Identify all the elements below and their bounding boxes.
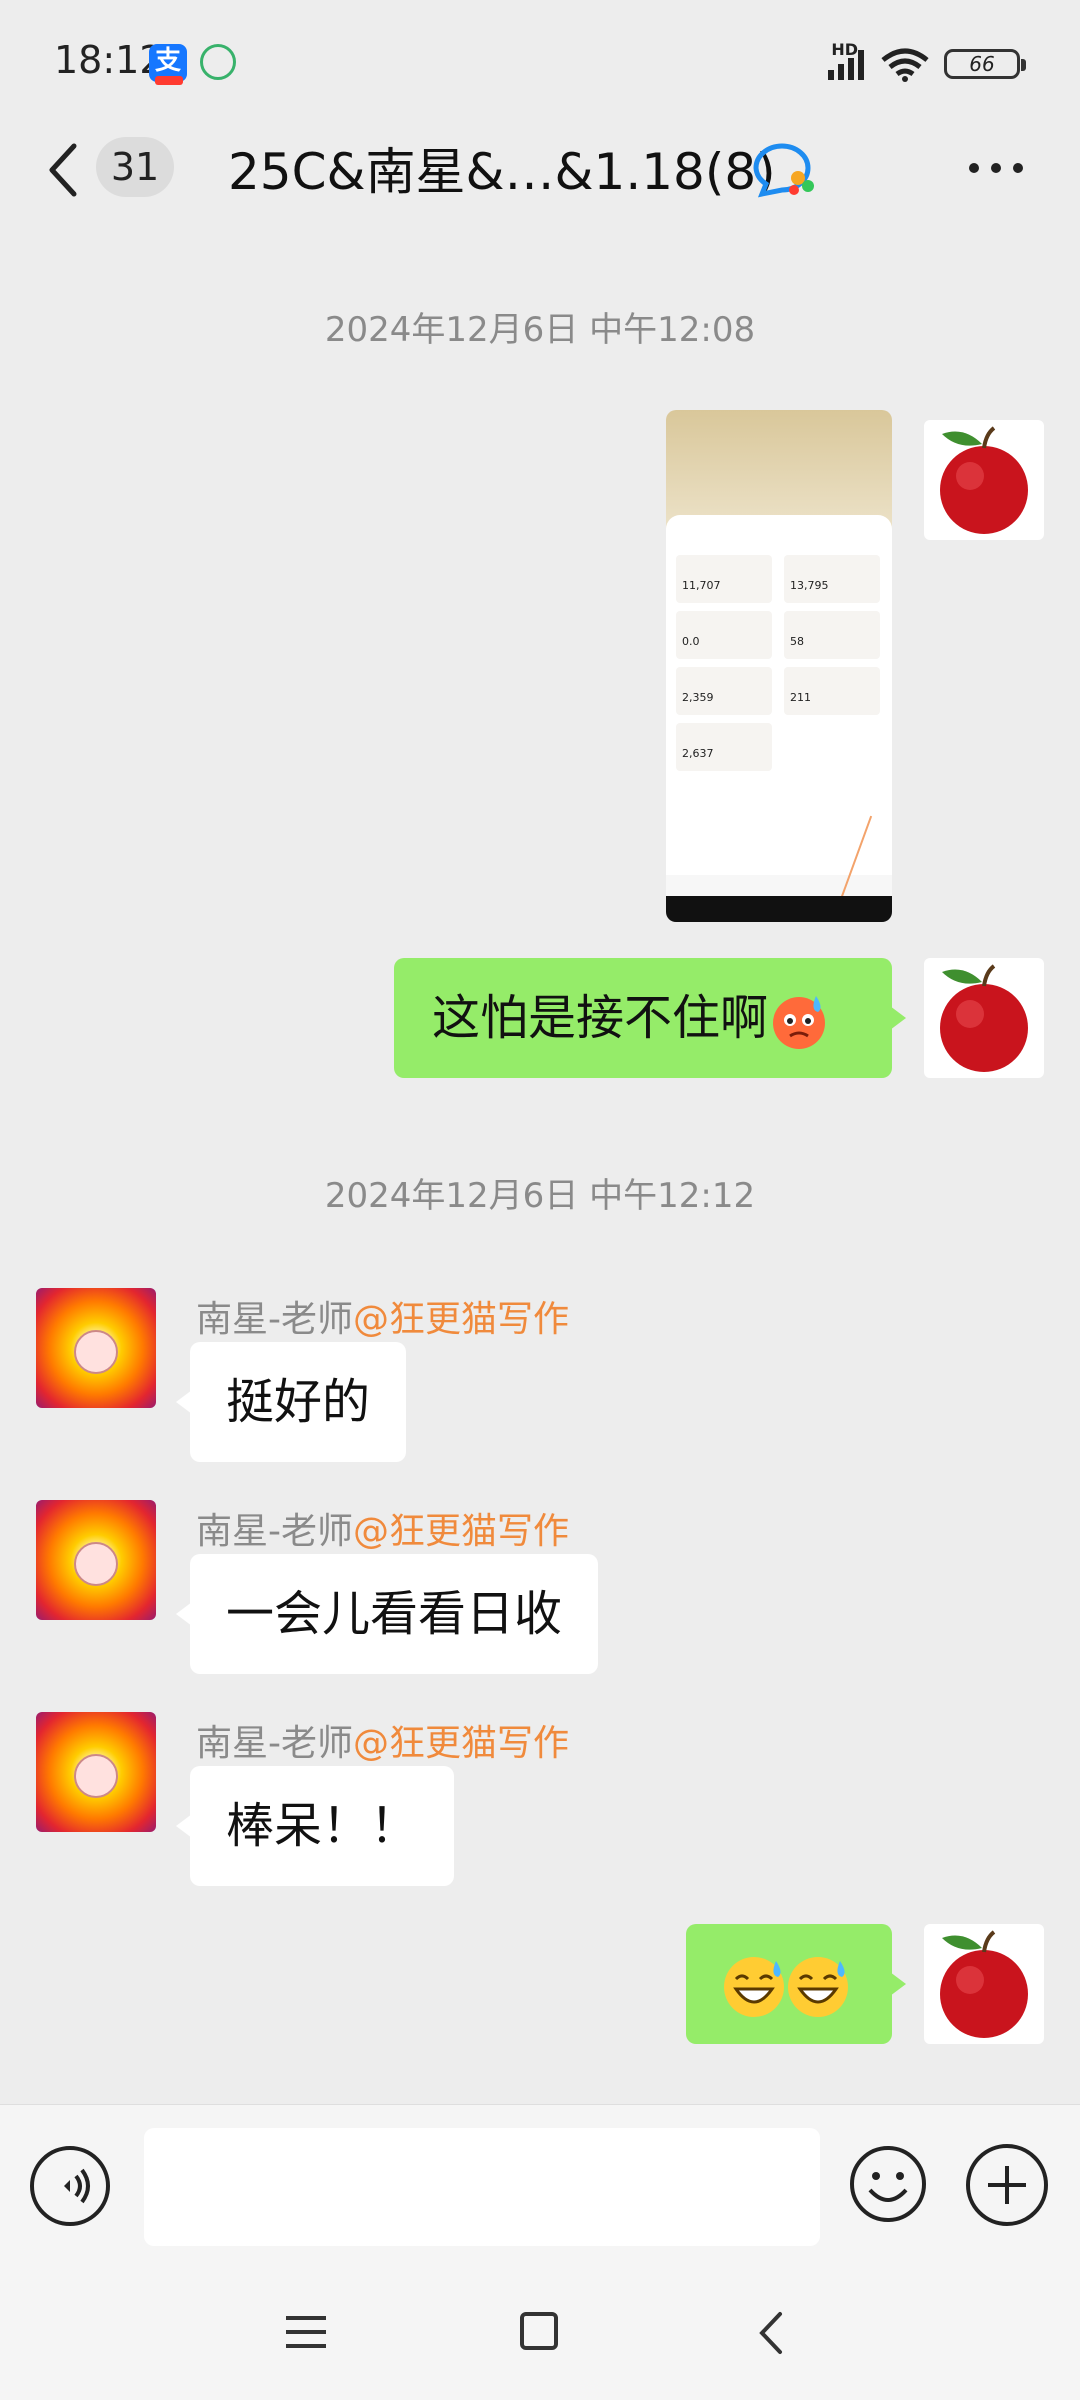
- message-text: 挺好的: [226, 1374, 371, 1430]
- message-text: 棒呆！！: [226, 1798, 419, 1854]
- sender-name: 南星-老师@狂更猫写作: [196, 1299, 570, 1340]
- menu-icon[interactable]: [286, 2314, 326, 2350]
- received-message-bubble[interactable]: 一会儿看看日收: [175, 1554, 599, 1674]
- chat-title[interactable]: 25C&南星&…&1.18(8): [228, 132, 776, 204]
- sender-name: 南星-老师@狂更猫写作: [196, 1511, 570, 1552]
- grin-sweat-emoji: [724, 1957, 784, 2017]
- more-dots-icon[interactable]: [966, 158, 1026, 178]
- plus-icon[interactable]: [966, 2144, 1048, 2226]
- my-avatar[interactable]: [924, 420, 1044, 540]
- voice-icon: [64, 2168, 90, 2204]
- image-message[interactable]: 11,707 13,795 0.0 58 2,359 211 2,637: [666, 410, 892, 922]
- my-avatar[interactable]: [924, 958, 1044, 1078]
- grin-sweat-emoji: [788, 1957, 848, 2017]
- unread-count-badge[interactable]: 31: [96, 137, 174, 197]
- my-message-bubble[interactable]: 这怕是接不住啊: [394, 958, 906, 1078]
- message-input[interactable]: [144, 2128, 820, 2246]
- emoji-icon[interactable]: [848, 2144, 928, 2224]
- status-bar: 18:12 支 HD 66: [0, 0, 1080, 120]
- my-emoji-bubble[interactable]: [686, 1924, 906, 2044]
- signal-icon: [828, 50, 864, 80]
- voice-button[interactable]: [30, 2146, 110, 2226]
- mention-text[interactable]: @狂更猫写作: [353, 1723, 569, 1764]
- status-time: 18:12: [54, 38, 164, 82]
- message-timestamp: 2024年12月6日 中午12:12: [324, 1176, 756, 1216]
- alipay-icon: 支: [149, 44, 187, 85]
- sender-avatar[interactable]: [36, 1500, 156, 1620]
- sender-avatar[interactable]: [36, 1288, 156, 1408]
- message-text: 这怕是接不住啊: [432, 990, 769, 1046]
- sender-name: 南星-老师@狂更猫写作: [196, 1723, 570, 1764]
- wifi-icon: [881, 48, 929, 82]
- message-timestamp: 2024年12月6日 中午12:08: [324, 310, 756, 350]
- back-arrow-icon[interactable]: [46, 140, 80, 200]
- apple-avatar-icon: [940, 964, 1028, 1072]
- received-message-bubble[interactable]: 棒呆！！: [175, 1766, 455, 1886]
- sweat-emoji: [773, 996, 826, 1049]
- group-chat-icon[interactable]: [748, 138, 818, 198]
- apple-avatar-icon: [940, 426, 1028, 534]
- message-text: 一会儿看看日收: [226, 1586, 563, 1642]
- charging-app-icon: [200, 44, 236, 80]
- home-icon[interactable]: [520, 2312, 558, 2350]
- apple-avatar-icon: [940, 1930, 1028, 2038]
- mention-text[interactable]: @狂更猫写作: [353, 1511, 569, 1552]
- sender-avatar[interactable]: [36, 1712, 156, 1832]
- received-message-bubble[interactable]: 挺好的: [175, 1342, 407, 1462]
- my-avatar[interactable]: [924, 1924, 1044, 2044]
- battery-icon: 66: [944, 49, 1026, 79]
- mention-text[interactable]: @狂更猫写作: [353, 1299, 569, 1340]
- back-icon[interactable]: [756, 2310, 786, 2356]
